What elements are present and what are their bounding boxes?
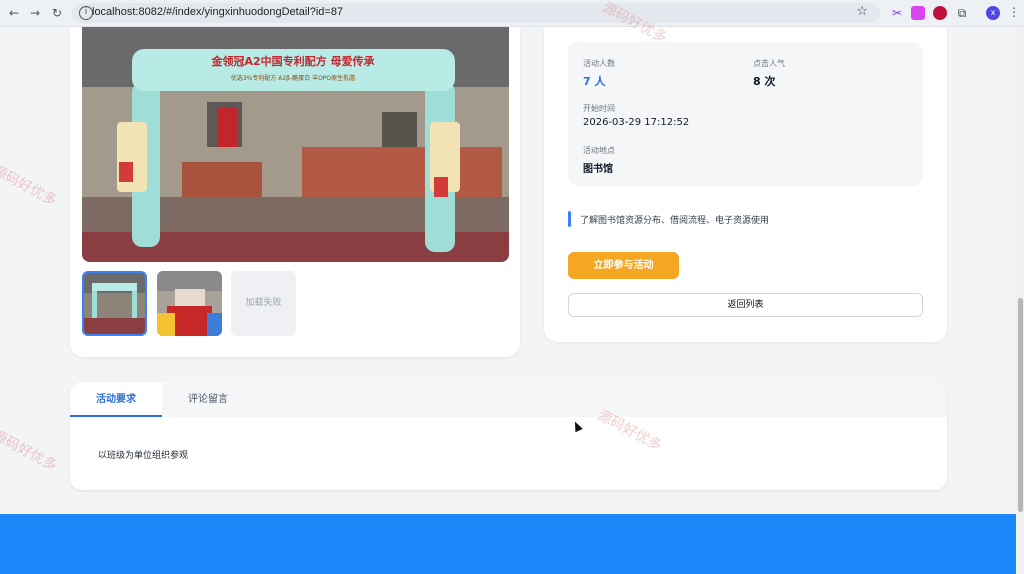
- join-activity-button[interactable]: 立即参与活动: [568, 252, 679, 279]
- tabs-card: 活动要求 评论留言 以班级为单位组织参观: [70, 382, 947, 490]
- watermark-text-left: 源码好优多: [0, 427, 60, 475]
- description-accent-bar: [568, 211, 571, 227]
- location-label: 活动地点: [583, 146, 615, 155]
- banner-subtitle: 优选3%专利配方 A2β-酪蛋白 羊OPO原生乳脂: [231, 74, 355, 82]
- extensions-puzzle-icon[interactable]: ⧉: [955, 6, 969, 20]
- participants-label: 活动人数: [583, 59, 615, 68]
- tab-content-text: 以班级为单位组织参观: [98, 451, 189, 461]
- watermark-text-left-top: 源码好优多: [0, 162, 60, 210]
- activity-description: 了解图书馆资源分布、借阅流程、电子资源使用: [580, 216, 770, 226]
- views-label: 点击人气: [753, 59, 785, 68]
- robot-extension-icon[interactable]: [933, 6, 947, 20]
- back-to-list-button[interactable]: 返回列表: [568, 293, 923, 317]
- url-text[interactable]: localhost:8082/#/index/yingxinhuodongDet…: [92, 6, 343, 18]
- start-time-label: 开始时间: [583, 104, 615, 113]
- start-time-value: 2026-03-29 17:12:52: [583, 117, 690, 128]
- views-value: 8 次: [753, 75, 776, 88]
- reload-icon[interactable]: ↻: [49, 5, 65, 21]
- browser-menu-icon[interactable]: ⋮: [1008, 5, 1020, 19]
- stats-panel: [568, 42, 923, 186]
- forward-arrow-icon[interactable]: →: [27, 5, 43, 21]
- site-info-icon[interactable]: i: [79, 6, 93, 20]
- main-activity-photo: 金领冠A2中国专利配方 母爱传承 优选3%专利配方 A2β-酪蛋白 羊OPO原生…: [82, 27, 509, 262]
- profile-avatar[interactable]: x: [986, 6, 1000, 20]
- thumbnail-1[interactable]: [82, 271, 147, 336]
- page-footer: [0, 514, 1024, 574]
- thumbnail-2[interactable]: [157, 271, 222, 336]
- back-arrow-icon[interactable]: ←: [6, 5, 22, 21]
- address-bar[interactable]: i localhost:8082/#/index/yingxinhuodongD…: [72, 3, 880, 23]
- tab-requirements[interactable]: 活动要求: [70, 382, 162, 417]
- bookmark-star-icon[interactable]: ☆: [856, 4, 868, 19]
- tab-comments[interactable]: 评论留言: [162, 382, 254, 417]
- scrollbar-thumb[interactable]: [1018, 298, 1023, 512]
- browser-toolbar: ← → ↻ i localhost:8082/#/index/yingxinhu…: [0, 0, 1024, 27]
- download-extension-icon[interactable]: [911, 6, 925, 20]
- scissors-extension-icon[interactable]: ✂: [890, 6, 904, 20]
- banner-title: 金领冠A2中国专利配方 母爱传承: [211, 54, 376, 68]
- location-value: 图书馆: [583, 164, 613, 175]
- participants-value: 7 人: [583, 75, 606, 88]
- thumbnail-3-failed[interactable]: 加载失败: [231, 271, 296, 336]
